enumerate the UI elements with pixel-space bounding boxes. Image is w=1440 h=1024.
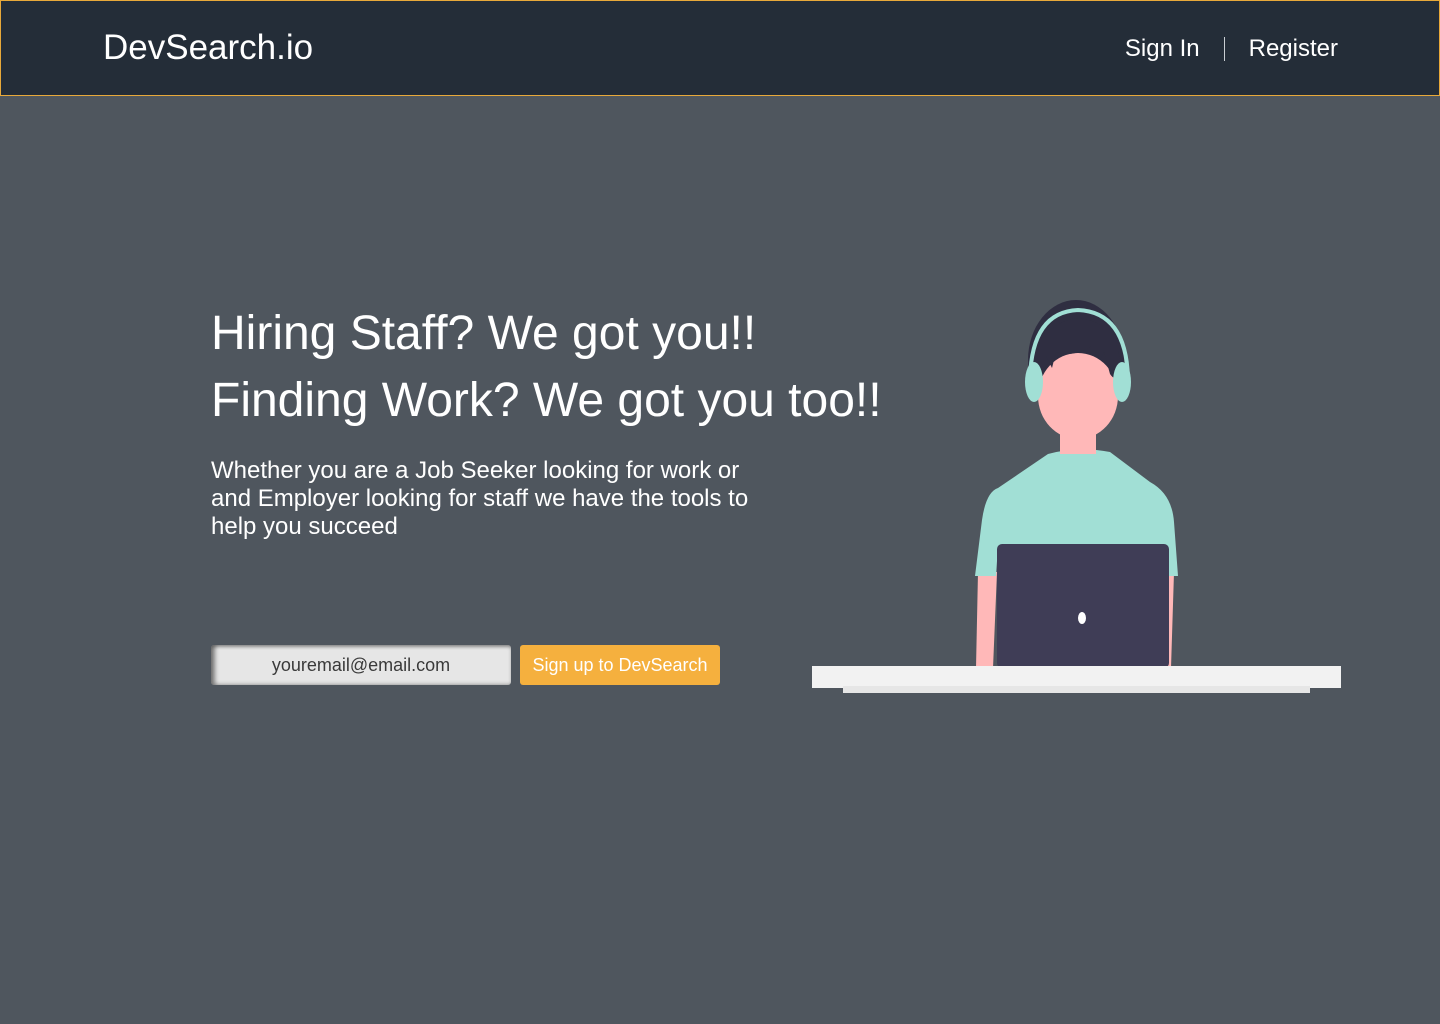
top-navbar: DevSearch.io Sign In Register [0,0,1440,96]
register-link[interactable]: Register [1249,33,1338,65]
hero-section: Hiring Staff? We got you!! Finding Work?… [211,300,891,541]
desk-top [812,666,1341,688]
laptop [997,544,1169,668]
hero-title-line-1: Hiring Staff? We got you!! [211,307,757,360]
laptop-logo [1078,612,1086,624]
nav-links: Sign In Register [1125,33,1338,65]
signup-button[interactable]: Sign up to DevSearch [520,645,720,685]
illustration-svg [812,300,1341,693]
person-at-laptop-illustration [810,296,1344,701]
email-input[interactable] [211,645,511,685]
sign-in-link[interactable]: Sign In [1125,33,1200,65]
headphone-right-cup [1113,362,1131,402]
desk-edge [843,686,1310,693]
site-logo[interactable]: DevSearch.io [103,27,313,69]
headphone-left-cup [1025,362,1043,402]
hero-title-line-2: Finding Work? We got you too!! [211,374,882,427]
hero-description: Whether you are a Job Seeker looking for… [211,457,749,540]
left-arm [976,572,997,668]
face [1038,353,1118,439]
nav-divider [1223,37,1225,61]
signup-form: Sign up to DevSearch [211,645,720,685]
